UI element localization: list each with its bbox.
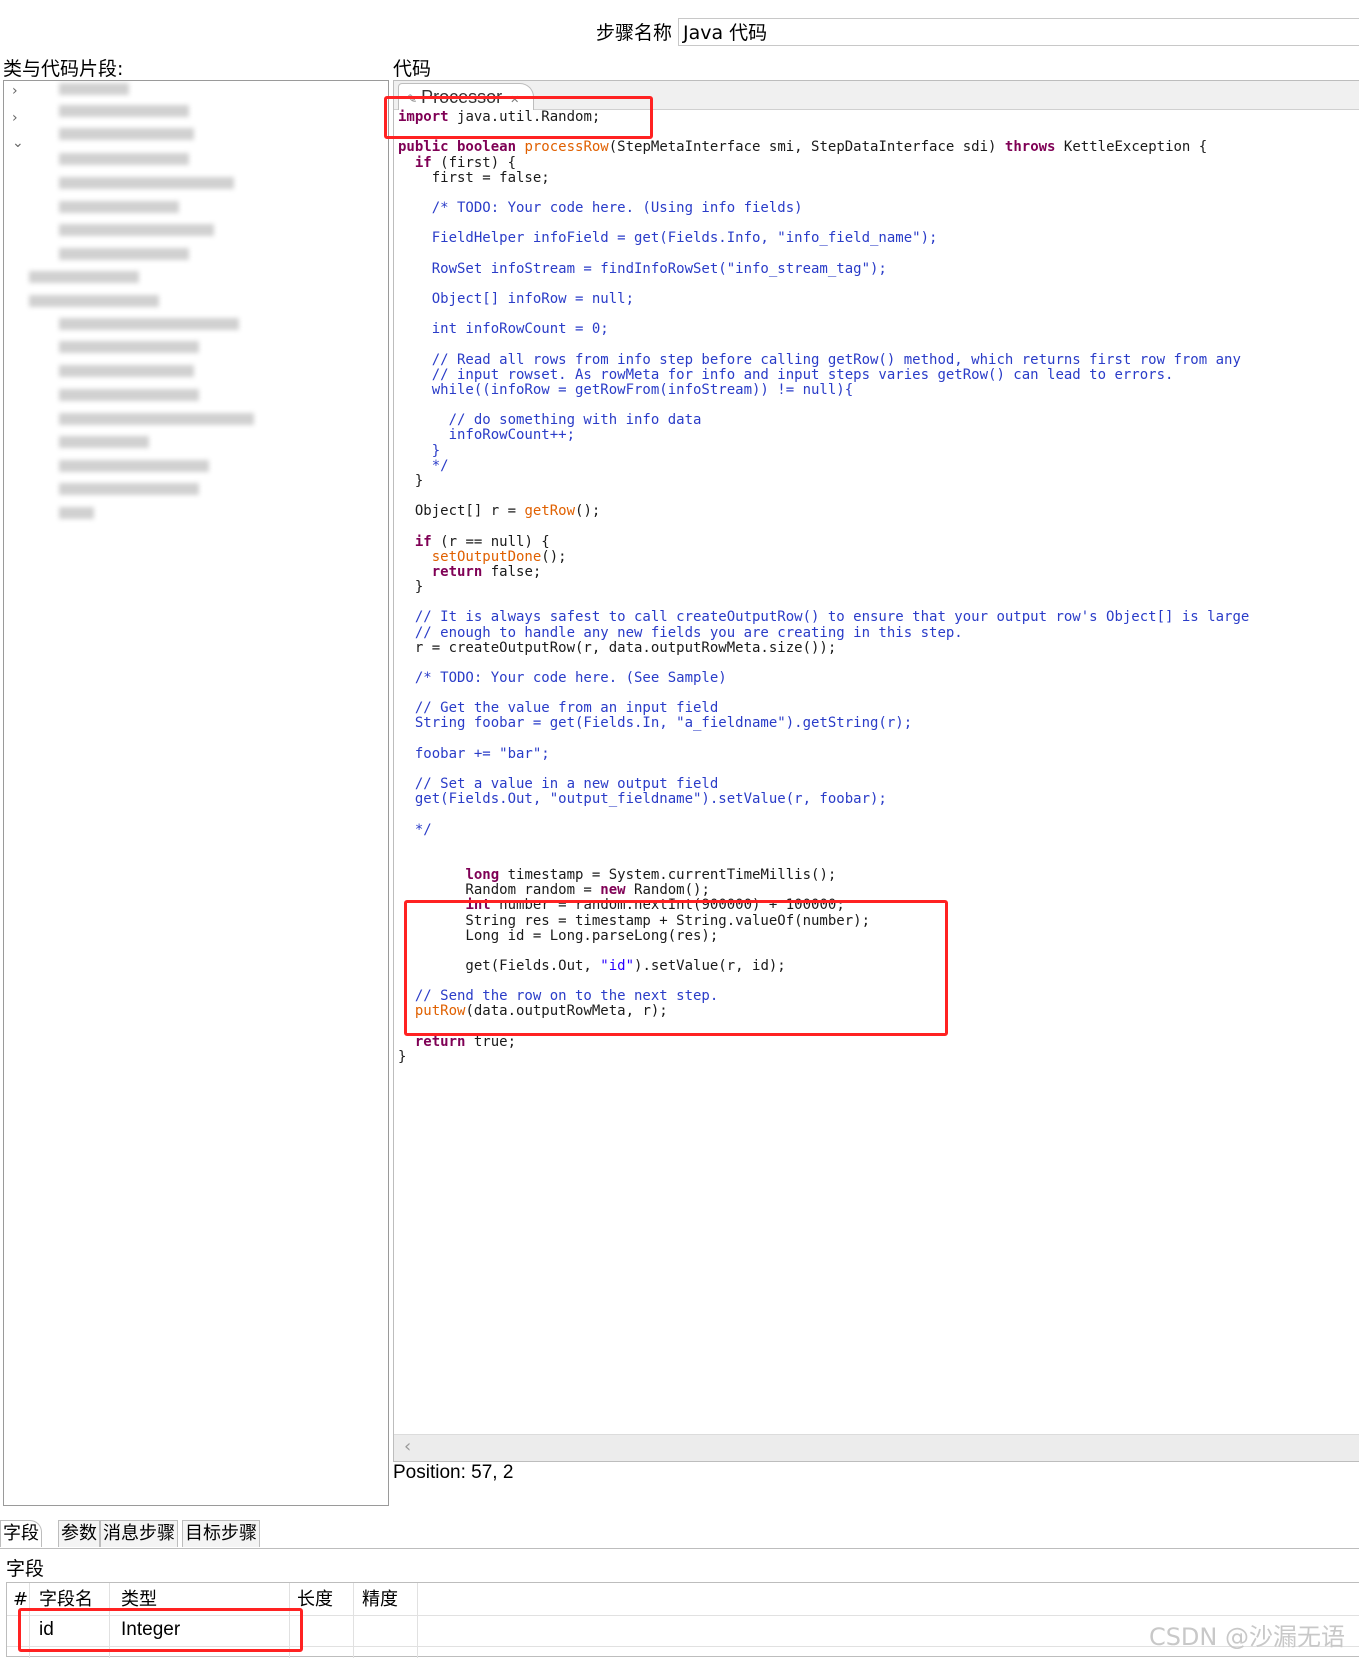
- code-line[interactable]: String res = timestamp + String.valueOf(…: [398, 913, 870, 929]
- code-line[interactable]: while((infoRow = getRowFrom(infoStream))…: [398, 382, 853, 398]
- tree-item-blurred[interactable]: [59, 153, 189, 165]
- code-line[interactable]: // Read all rows from info step before c…: [398, 352, 1241, 368]
- close-icon[interactable]: ✕: [510, 94, 519, 106]
- code-line[interactable]: // Set a value in a new output field: [398, 776, 718, 792]
- fields-section-label: 字段: [6, 1558, 45, 1580]
- code-line[interactable]: get(Fields.Out, "output_fieldname").setV…: [398, 791, 887, 807]
- file-icon: ✎: [407, 92, 418, 106]
- code-line[interactable]: /* TODO: Your code here. (Using info fie…: [398, 200, 803, 216]
- code-line[interactable]: infoRowCount++;: [398, 427, 575, 443]
- column-header-precision[interactable]: 精度: [362, 1587, 398, 1613]
- code-line[interactable]: setOutputDone();: [398, 549, 567, 565]
- tree-item-blurred[interactable]: [59, 224, 214, 236]
- editor-tab-strip: ✎ Processor ✕: [394, 81, 1359, 110]
- step-name-input[interactable]: Java 代码: [678, 18, 1359, 46]
- code-line[interactable]: // input rowset. As rowMeta for info and…: [398, 367, 1174, 383]
- tree-collapse-icon[interactable]: ⌄: [12, 135, 24, 151]
- bottom-tab-bar: 字段 参数 消息步骤 目标步骤: [0, 1518, 1359, 1549]
- tree-item-blurred[interactable]: [59, 128, 194, 140]
- code-line[interactable]: return true;: [398, 1034, 516, 1050]
- step-name-label: 步骤名称: [596, 22, 673, 44]
- tree-item-blurred[interactable]: [59, 365, 194, 377]
- code-line[interactable]: foobar += "bar";: [398, 746, 550, 762]
- code-line[interactable]: FieldHelper infoField = get(Fields.Info,…: [398, 230, 938, 246]
- column-header-length[interactable]: 长度: [297, 1587, 333, 1613]
- code-line[interactable]: // It is always safest to call createOut…: [398, 609, 1249, 625]
- cursor-position: Position: 57, 2: [393, 1462, 514, 1483]
- code-line[interactable]: }: [398, 579, 423, 595]
- column-divider: [29, 1583, 30, 1658]
- code-line[interactable]: // Get the value from an input field: [398, 700, 718, 716]
- tree-item-blurred[interactable]: [59, 248, 189, 260]
- column-divider: [353, 1583, 354, 1658]
- code-line[interactable]: Object[] r = getRow();: [398, 503, 600, 519]
- tree-item-blurred[interactable]: [59, 341, 199, 353]
- tree-expand-icon[interactable]: ›: [12, 110, 18, 126]
- code-line[interactable]: String foobar = get(Fields.In, "a_fieldn…: [398, 715, 912, 731]
- code-line[interactable]: }: [398, 1049, 406, 1065]
- code-line[interactable]: get(Fields.Out, "id").setValue(r, id);: [398, 958, 785, 974]
- tab-target-steps[interactable]: 目标步骤: [182, 1520, 260, 1547]
- code-line[interactable]: */: [398, 822, 432, 838]
- code-line[interactable]: }: [398, 443, 440, 459]
- column-divider: [109, 1583, 110, 1658]
- code-line[interactable]: // enough to handle any new fields you a…: [398, 625, 963, 641]
- column-divider: [417, 1583, 418, 1658]
- tab-info-steps[interactable]: 消息步骤: [100, 1520, 178, 1547]
- tab-processor-label: Processor: [421, 87, 503, 107]
- code-line[interactable]: }: [398, 473, 423, 489]
- scroll-left-arrow-icon[interactable]: ‹: [404, 1435, 411, 1459]
- code-line[interactable]: long timestamp = System.currentTimeMilli…: [398, 867, 836, 883]
- tab-fields[interactable]: 字段: [0, 1520, 42, 1547]
- code-line[interactable]: // Send the row on to the next step.: [398, 988, 718, 1004]
- tree-item-blurred[interactable]: [29, 295, 159, 307]
- code-editor[interactable]: ✎ Processor ✕ import java.util.Random; publ…: [393, 80, 1359, 1462]
- code-line[interactable]: int number = random.nextInt(900000) + 10…: [398, 897, 844, 913]
- code-line[interactable]: if (r == null) {: [398, 534, 550, 550]
- tab-processor[interactable]: ✎ Processor ✕: [398, 83, 535, 110]
- row-divider: [7, 1615, 1359, 1616]
- code-line[interactable]: public boolean processRow(StepMetaInterf…: [398, 139, 1207, 155]
- code-line[interactable]: RowSet infoStream = findInfoRowSet("info…: [398, 261, 887, 277]
- field-name-cell[interactable]: id: [39, 1617, 54, 1643]
- code-line[interactable]: return false;: [398, 564, 542, 580]
- horizontal-scrollbar[interactable]: ‹: [394, 1434, 1359, 1461]
- watermark: CSDN @沙漏无语: [1148, 1623, 1345, 1651]
- code-line[interactable]: Random random = new Random();: [398, 882, 709, 898]
- tree-item-blurred[interactable]: [59, 413, 254, 425]
- tree-item-blurred[interactable]: [59, 177, 234, 189]
- code-line[interactable]: r = createOutputRow(r, data.outputRowMet…: [398, 640, 836, 656]
- tree-item-blurred[interactable]: [59, 483, 199, 495]
- tree-item-blurred[interactable]: [59, 507, 94, 519]
- classes-snippets-tree[interactable]: › › ⌄: [3, 80, 389, 1506]
- classes-snippets-label: 类与代码片段:: [3, 58, 124, 80]
- code-line[interactable]: import java.util.Random;: [398, 109, 600, 125]
- tree-item-blurred[interactable]: [59, 460, 209, 472]
- code-line[interactable]: */: [398, 458, 449, 474]
- tree-item-blurred[interactable]: [59, 318, 239, 330]
- code-line[interactable]: int infoRowCount = 0;: [398, 321, 609, 337]
- code-line[interactable]: first = false;: [398, 170, 550, 186]
- code-line[interactable]: // do something with info data: [398, 412, 702, 428]
- column-header-field-name[interactable]: 字段名: [39, 1587, 93, 1613]
- code-line[interactable]: putRow(data.outputRowMeta, r);: [398, 1003, 668, 1019]
- code-label: 代码: [393, 58, 432, 80]
- tree-item-blurred[interactable]: [59, 201, 179, 213]
- tree-item-blurred[interactable]: [59, 389, 199, 401]
- tree-item-blurred[interactable]: [59, 436, 149, 448]
- column-divider: [289, 1583, 290, 1658]
- column-header-type[interactable]: 类型: [121, 1587, 157, 1613]
- code-line[interactable]: Long id = Long.parseLong(res);: [398, 928, 718, 944]
- tree-item-blurred[interactable]: [59, 83, 129, 95]
- tab-parameters[interactable]: 参数: [58, 1520, 100, 1547]
- code-line[interactable]: /* TODO: Your code here. (See Sample): [398, 670, 727, 686]
- tree-expand-icon[interactable]: ›: [12, 83, 18, 99]
- tree-item-blurred[interactable]: [29, 271, 139, 283]
- code-line[interactable]: Object[] infoRow = null;: [398, 291, 634, 307]
- column-header-index[interactable]: #: [13, 1587, 28, 1613]
- tree-item-blurred[interactable]: [59, 105, 189, 117]
- field-type-cell[interactable]: Integer: [121, 1617, 180, 1643]
- code-line[interactable]: if (first) {: [398, 155, 516, 171]
